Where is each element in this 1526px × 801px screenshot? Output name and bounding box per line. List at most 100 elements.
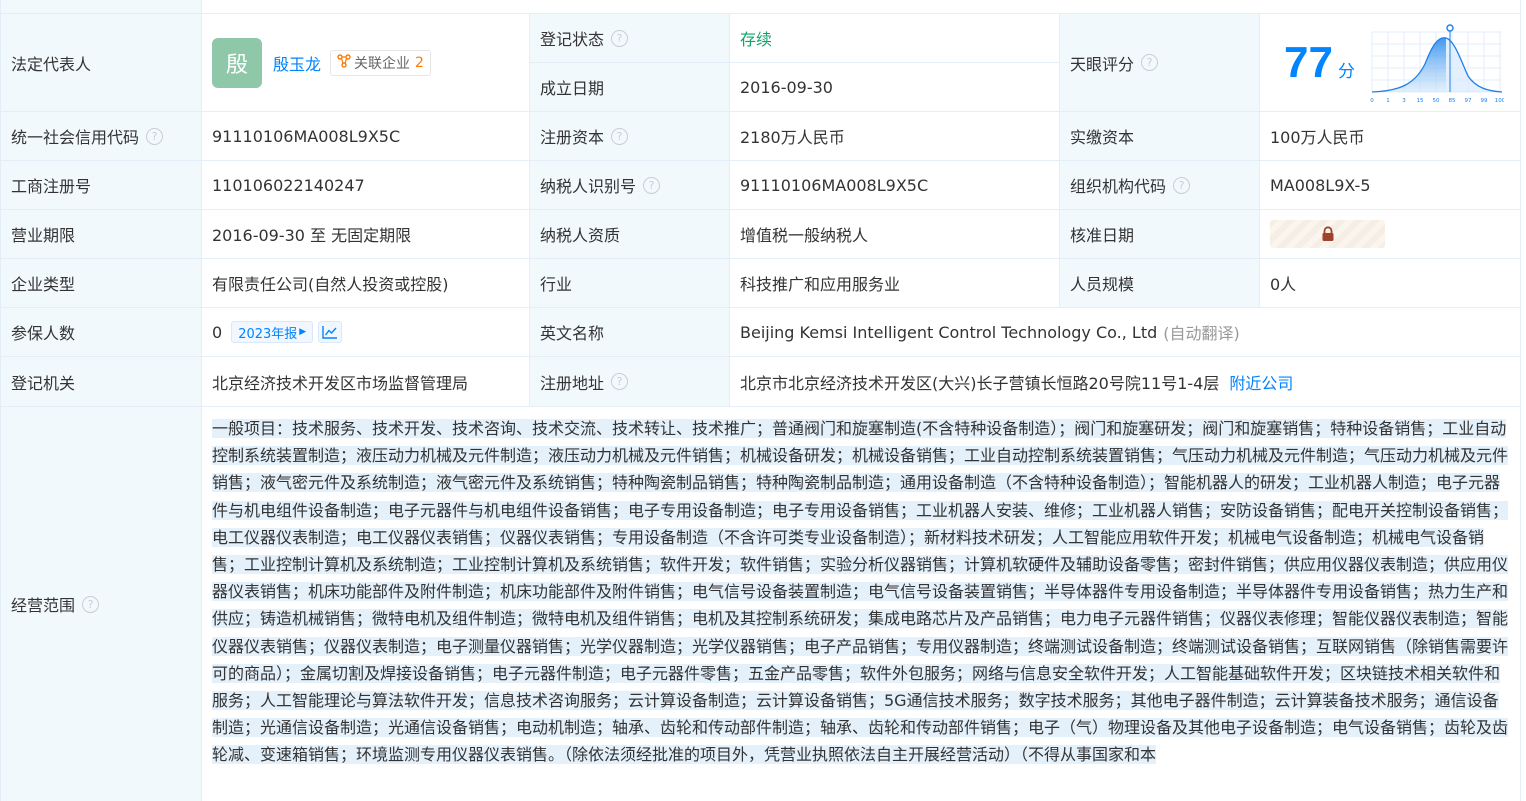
- staff-size-value: 0人: [1270, 275, 1297, 294]
- reg-address-cell: 北京市北京经济技术开发区(大兴)长子营镇长恒路20号院11号1-4层 附近公司: [730, 357, 1521, 406]
- taxpayer-qual-value: 增值税一般纳税人: [730, 210, 1060, 258]
- company-type-label: 企业类型: [1, 259, 202, 307]
- company-type-value: 有限责任公司(自然人投资或控股): [202, 259, 530, 307]
- tianyan-distribution-chart: 0 1 3 15 50 85 97 99 100: [1370, 24, 1504, 104]
- reg-capital-value: 2180万人民币: [730, 112, 1060, 160]
- taxpayer-id-value[interactable]: 91110106MA008L9X5C: [730, 161, 1060, 209]
- reg-address-value: 北京市北京经济技术开发区(大兴)长子营镇长恒路20号院11号1-4层: [740, 373, 1220, 393]
- help-icon[interactable]: ?: [611, 127, 629, 145]
- org-code-value[interactable]: MA008L9X-5: [1260, 161, 1521, 209]
- biz-reg-no-label: 工商注册号: [1, 161, 202, 209]
- help-icon[interactable]: ?: [146, 127, 164, 145]
- line-chart-icon: [322, 326, 338, 339]
- credit-code-label: 统一社会信用代码: [11, 128, 140, 147]
- help-icon[interactable]: ?: [1141, 54, 1159, 71]
- tianyan-scale-tick: 0: [1370, 98, 1374, 104]
- related-company-button[interactable]: 关联企业 2: [330, 49, 431, 76]
- avatar[interactable]: 殷: [212, 37, 262, 88]
- help-icon[interactable]: ?: [611, 373, 629, 390]
- reg-authority-value: 北京经济技术开发区市场监督管理局: [202, 357, 530, 406]
- help-icon[interactable]: ?: [82, 595, 100, 613]
- biz-term-label: 营业期限: [1, 210, 202, 258]
- table-row-company-type: 企业类型 有限责任公司(自然人投资或控股) 行业 科技推广和应用服务业 人员规模…: [1, 259, 1521, 308]
- tianyan-scale-tick: 85: [1449, 98, 1456, 104]
- credit-code-value[interactable]: 91110106MA008L9X5C: [202, 112, 530, 160]
- tianyan-score-cell[interactable]: 77 分 0 1 3 15 50 85 97 99 10: [1260, 14, 1521, 112]
- org-code-label-cell: 组织机构代码 ?: [1060, 161, 1260, 209]
- legal-rep-label: 法定代表人: [1, 14, 202, 112]
- english-name-value: Beijing Kemsi Intelligent Control Techno…: [740, 322, 1158, 342]
- found-date-value: 2016-09-30: [730, 63, 1060, 112]
- tianyan-scale-tick: 97: [1465, 98, 1472, 104]
- taxpayer-qual-label: 纳税人资质: [530, 210, 730, 258]
- paid-capital-value: 100万人民币: [1270, 128, 1365, 147]
- scope-text: 一般项目：技术服务、技术开发、技术咨询、技术交流、技术转让、技术推广；普通阀门和…: [212, 419, 1509, 765]
- tianyan-scale-tick: 99: [1481, 98, 1488, 104]
- help-icon[interactable]: ?: [1173, 176, 1191, 194]
- credit-code-label-cell: 统一社会信用代码 ?: [1, 112, 202, 160]
- nearby-company-link[interactable]: 附近公司: [1229, 370, 1293, 394]
- reg-capital-label-cell: 注册资本 ?: [530, 112, 730, 160]
- taxpayer-id-label-cell: 纳税人识别号 ?: [530, 161, 730, 209]
- biz-reg-no-value[interactable]: 110106022140247: [202, 161, 530, 209]
- english-name-label: 英文名称: [530, 308, 730, 356]
- insured-cell: 0 2023年报 ▶: [202, 308, 530, 356]
- help-icon[interactable]: ?: [643, 176, 661, 194]
- scope-value: 一般项目：技术服务、技术开发、技术咨询、技术交流、技术转让、技术推广；普通阀门和…: [202, 407, 1521, 769]
- reg-authority-label: 登记机关: [1, 357, 202, 406]
- auto-translate-note: (自动翻译): [1163, 324, 1240, 343]
- scope-label: 经营范围: [11, 596, 76, 615]
- tianyan-scale-tick: 1: [1386, 98, 1390, 104]
- table-row-insured: 参保人数 0 2023年报 ▶ 英文名称 Beijing Kemsi Intel…: [1, 308, 1521, 357]
- org-code-label: 组织机构代码: [1070, 177, 1167, 196]
- reg-capital-label: 注册资本: [540, 128, 605, 147]
- table-row-biz-term: 营业期限 2016-09-30 至 无固定期限 纳税人资质 增值税一般纳税人 核…: [1, 210, 1521, 259]
- annual-report-button[interactable]: 2023年报 ▶: [231, 321, 314, 343]
- related-company-label: 关联企业: [354, 55, 411, 72]
- paid-capital-label: 实缴资本: [1060, 112, 1260, 160]
- industry-value: 科技推广和应用服务业: [730, 259, 1060, 307]
- table-row-credit-code: 统一社会信用代码 ? 91110106MA008L9X5C 注册资本 ? 218…: [1, 112, 1521, 161]
- english-name-cell: Beijing Kemsi Intelligent Control Techno…: [730, 308, 1521, 356]
- approve-date-label: 核准日期: [1060, 210, 1260, 258]
- biz-term-value: 2016-09-30 至 无固定期限: [202, 210, 530, 258]
- industry-label: 行业: [530, 259, 730, 307]
- tianyan-scale-tick: 15: [1417, 98, 1424, 104]
- vip-locked-button[interactable]: [1270, 220, 1385, 248]
- legal-rep-name-link[interactable]: 殷玉龙: [273, 51, 321, 75]
- tianyan-score: 77: [1284, 37, 1333, 87]
- tianyan-scale-tick: 3: [1402, 98, 1406, 104]
- insured-label: 参保人数: [1, 308, 202, 356]
- staff-size-label: 人员规模: [1060, 259, 1260, 307]
- annual-report-label: 2023年报: [238, 326, 298, 342]
- lock-icon: [1322, 226, 1333, 241]
- table-row-scope: 经营范围 ? 一般项目：技术服务、技术开发、技术咨询、技术交流、技术转让、技术推…: [1, 407, 1521, 801]
- company-info-table: 法定代表人 殷 殷玉龙 关联企业 2 登记状态 ? 存续 成立日期 2016-0…: [0, 0, 1521, 801]
- approve-date-cell: [1260, 210, 1521, 258]
- reg-status-value: 存续: [740, 30, 773, 49]
- related-company-count: 2: [415, 54, 424, 71]
- tianyan-label: 天眼评分: [1070, 54, 1135, 74]
- tianyan-scale-tick: 100: [1495, 98, 1504, 104]
- reg-address-label: 注册地址: [540, 373, 605, 393]
- insured-value: 0: [212, 322, 223, 342]
- tianyan-scale-tick: 50: [1433, 98, 1440, 104]
- reg-status-label: 登记状态: [540, 30, 605, 49]
- help-icon[interactable]: ?: [611, 29, 629, 47]
- trend-chart-button[interactable]: [318, 321, 343, 343]
- table-row-top-stub: [1, 0, 1521, 14]
- reg-status-value-cell: 存续: [730, 14, 1060, 63]
- relation-icon: [337, 53, 351, 72]
- tianyan-score-unit: 分: [1337, 62, 1355, 82]
- table-row-reg-authority: 登记机关 北京经济技术开发区市场监督管理局 注册地址 ? 北京市北京经济技术开发…: [1, 357, 1521, 407]
- reg-status-label-cell: 登记状态 ?: [530, 14, 730, 63]
- taxpayer-id-label: 纳税人识别号: [540, 177, 637, 196]
- caret-right-icon: ▶: [299, 327, 307, 337]
- table-row-biz-reg-no: 工商注册号 110106022140247 纳税人识别号 ? 91110106M…: [1, 161, 1521, 210]
- scope-label-cell: 经营范围 ?: [1, 407, 202, 801]
- reg-address-label-cell: 注册地址 ?: [530, 357, 730, 406]
- tianyan-label-cell: 天眼评分 ?: [1060, 14, 1260, 112]
- found-date-label: 成立日期: [530, 63, 730, 112]
- legal-rep-cell: 殷 殷玉龙 关联企业 2: [202, 14, 530, 112]
- table-row-legal-rep: 法定代表人 殷 殷玉龙 关联企业 2 登记状态 ? 存续 成立日期 2016-0…: [1, 14, 1521, 112]
